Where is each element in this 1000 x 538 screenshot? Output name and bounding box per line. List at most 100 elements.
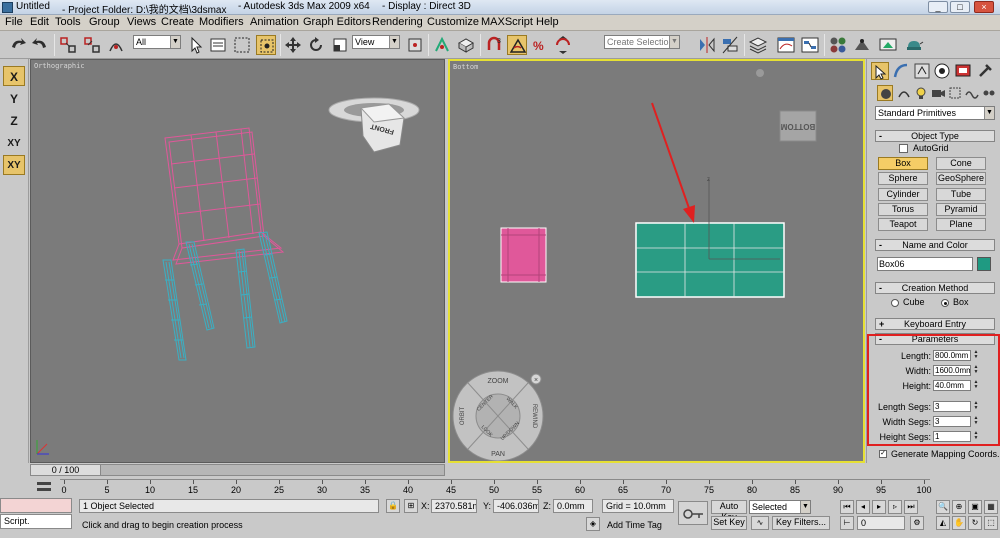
torus-button[interactable]: Torus bbox=[878, 203, 928, 216]
previous-frame-icon[interactable]: ◂ bbox=[856, 500, 870, 514]
menu-group[interactable]: Group bbox=[89, 16, 120, 28]
menu-edit[interactable]: Edit bbox=[30, 16, 49, 28]
axis-y-button[interactable]: Y bbox=[3, 89, 25, 109]
zoom-extents-all-icon[interactable]: ▦ bbox=[984, 500, 998, 514]
box-radio[interactable] bbox=[941, 299, 949, 307]
axis-x-button[interactable]: X bbox=[3, 66, 25, 86]
menu-animation[interactable]: Animation bbox=[250, 16, 299, 28]
create-tab-icon[interactable] bbox=[871, 62, 889, 80]
zoom-extents-icon[interactable]: ▣ bbox=[968, 500, 982, 514]
rendered-frame-window-icon[interactable] bbox=[878, 35, 898, 55]
chair-box-pink[interactable] bbox=[500, 227, 547, 283]
steering-wheel[interactable]: ZOOM PAN ORBIT REWIND CENTER WALK LOOK U… bbox=[452, 370, 544, 461]
maximize-button[interactable]: □ bbox=[950, 1, 970, 13]
key-filters-button[interactable]: Key Filters... bbox=[772, 516, 830, 530]
helpers-icon[interactable] bbox=[947, 85, 963, 101]
menu-rendering[interactable]: Rendering bbox=[372, 16, 423, 28]
primitive-category-dropdown[interactable]: Standard Primitives ▼ bbox=[875, 106, 995, 120]
play-icon[interactable]: ▸ bbox=[872, 500, 886, 514]
field-of-view-icon[interactable]: ◭ bbox=[936, 516, 950, 530]
cone-button[interactable]: Cone bbox=[936, 157, 986, 170]
utilities-tab-icon[interactable] bbox=[976, 62, 994, 80]
wheel-orbit[interactable]: ORBIT bbox=[460, 407, 466, 426]
time-slider[interactable]: 0 / 100 bbox=[30, 464, 445, 476]
object-color-swatch[interactable] bbox=[977, 257, 991, 271]
autogrid-checkbox[interactable] bbox=[899, 144, 908, 153]
render-production-icon[interactable] bbox=[904, 35, 924, 55]
x-coordinate-input[interactable]: 2370.581mm bbox=[431, 499, 477, 513]
minimize-button[interactable]: _ bbox=[928, 1, 948, 13]
maximize-viewport-icon[interactable]: ⬚ bbox=[984, 516, 998, 530]
zoom-icon[interactable]: 🔍 bbox=[936, 500, 950, 514]
named-selection-dropdown[interactable]: Create Selection Set▼ bbox=[604, 35, 680, 49]
lights-icon[interactable] bbox=[913, 85, 929, 101]
viewport-bottom[interactable]: Bottom BOTTOM z ZOOM PAN ORBIT REWIND CE… bbox=[448, 59, 865, 463]
plane-button[interactable]: Plane bbox=[936, 218, 986, 231]
align-icon[interactable] bbox=[720, 35, 740, 55]
axis-z-button[interactable]: Z bbox=[3, 111, 25, 131]
pan-view-icon[interactable]: ✋ bbox=[952, 516, 966, 530]
box06-teal[interactable]: z bbox=[635, 177, 785, 298]
geosphere-button[interactable]: GeoSphere bbox=[936, 172, 986, 185]
default-tangent-icon[interactable]: ∿ bbox=[751, 516, 769, 530]
object-name-input[interactable]: Box06 bbox=[877, 257, 973, 271]
tube-button[interactable]: Tube bbox=[936, 188, 986, 201]
time-slider-thumb[interactable]: 0 / 100 bbox=[31, 465, 101, 475]
unlink-selection-icon[interactable] bbox=[82, 35, 102, 55]
next-frame-icon[interactable]: ▹ bbox=[888, 500, 902, 514]
snaps-toggle-icon[interactable]: 3 bbox=[484, 35, 504, 55]
current-frame-input[interactable]: 0 bbox=[857, 516, 905, 530]
select-and-manipulate-icon[interactable] bbox=[432, 35, 452, 55]
pyramid-button[interactable]: Pyramid bbox=[936, 203, 986, 216]
curve-editor-icon[interactable] bbox=[776, 35, 796, 55]
menu-customize[interactable]: Customize bbox=[427, 16, 479, 28]
lock-icon[interactable]: 🔒 bbox=[386, 499, 400, 513]
cylinder-button[interactable]: Cylinder bbox=[878, 188, 928, 201]
systems-icon[interactable] bbox=[981, 85, 997, 101]
chair-backrest[interactable] bbox=[164, 127, 285, 265]
cameras-icon[interactable] bbox=[930, 85, 946, 101]
redo-icon[interactable] bbox=[30, 35, 50, 55]
keyboard-shortcut-override-icon[interactable] bbox=[456, 35, 476, 55]
name-and-color-rollout[interactable]: - Name and Color bbox=[875, 239, 995, 251]
zoom-all-icon[interactable]: ⊕ bbox=[952, 500, 966, 514]
window-crossing-icon[interactable] bbox=[256, 35, 276, 55]
absolute-mode-icon[interactable]: ⊞ bbox=[404, 499, 418, 513]
spinner-snap-icon[interactable] bbox=[553, 35, 573, 55]
viewcube-left[interactable]: FRONT bbox=[328, 97, 420, 153]
add-time-tag[interactable]: Add Time Tag bbox=[607, 520, 662, 530]
select-and-scale-icon[interactable] bbox=[330, 35, 350, 55]
track-bar-ruler[interactable]: 0 5 10 15 20 25 30 35 40 45 50 55 60 65 70 75 80 85 90 95 10… bbox=[60, 479, 932, 497]
key-mode-dropdown[interactable]: Selected ▼ bbox=[749, 500, 811, 514]
selection-filter-dropdown[interactable]: All ▼ bbox=[133, 35, 181, 49]
render-setup-icon[interactable] bbox=[852, 35, 872, 55]
wheel-pan[interactable]: PAN bbox=[491, 451, 505, 458]
shapes-icon[interactable] bbox=[896, 85, 912, 101]
key-mode-toggle-icon[interactable]: ⊢ bbox=[840, 516, 854, 530]
app-icon[interactable] bbox=[2, 2, 13, 13]
time-configuration-icon[interactable]: ⚙ bbox=[910, 516, 924, 530]
space-warps-icon[interactable] bbox=[964, 85, 980, 101]
viewcube-right[interactable]: BOTTOM bbox=[779, 110, 817, 142]
select-by-name-icon[interactable] bbox=[208, 35, 228, 55]
z-coordinate-input[interactable]: 0.0mm bbox=[553, 499, 593, 513]
maxscript-mini-listener[interactable]: Script. bbox=[0, 514, 72, 529]
material-editor-icon[interactable] bbox=[828, 35, 848, 55]
menu-maxscript[interactable]: MAXScript bbox=[481, 16, 533, 28]
time-tag-icon[interactable]: ◈ bbox=[586, 517, 600, 531]
hierarchy-tab-icon[interactable] bbox=[913, 62, 931, 80]
reference-coordinate-dropdown[interactable]: View ▼ bbox=[352, 35, 400, 49]
select-and-move-icon[interactable] bbox=[283, 35, 303, 55]
menu-views[interactable]: Views bbox=[127, 16, 156, 28]
wheel-zoom[interactable]: ZOOM bbox=[488, 378, 509, 385]
menu-file[interactable]: File bbox=[5, 16, 23, 28]
pivot-center-icon[interactable] bbox=[405, 35, 425, 55]
select-and-rotate-icon[interactable] bbox=[306, 35, 326, 55]
layer-manager-icon[interactable] bbox=[748, 35, 768, 55]
display-tab-icon[interactable] bbox=[954, 62, 972, 80]
select-object-icon[interactable] bbox=[186, 35, 206, 55]
track-bar-icon[interactable] bbox=[34, 479, 54, 495]
menu-tools[interactable]: Tools bbox=[55, 16, 81, 28]
undo-icon[interactable] bbox=[8, 35, 28, 55]
set-key-icon[interactable] bbox=[678, 501, 708, 525]
